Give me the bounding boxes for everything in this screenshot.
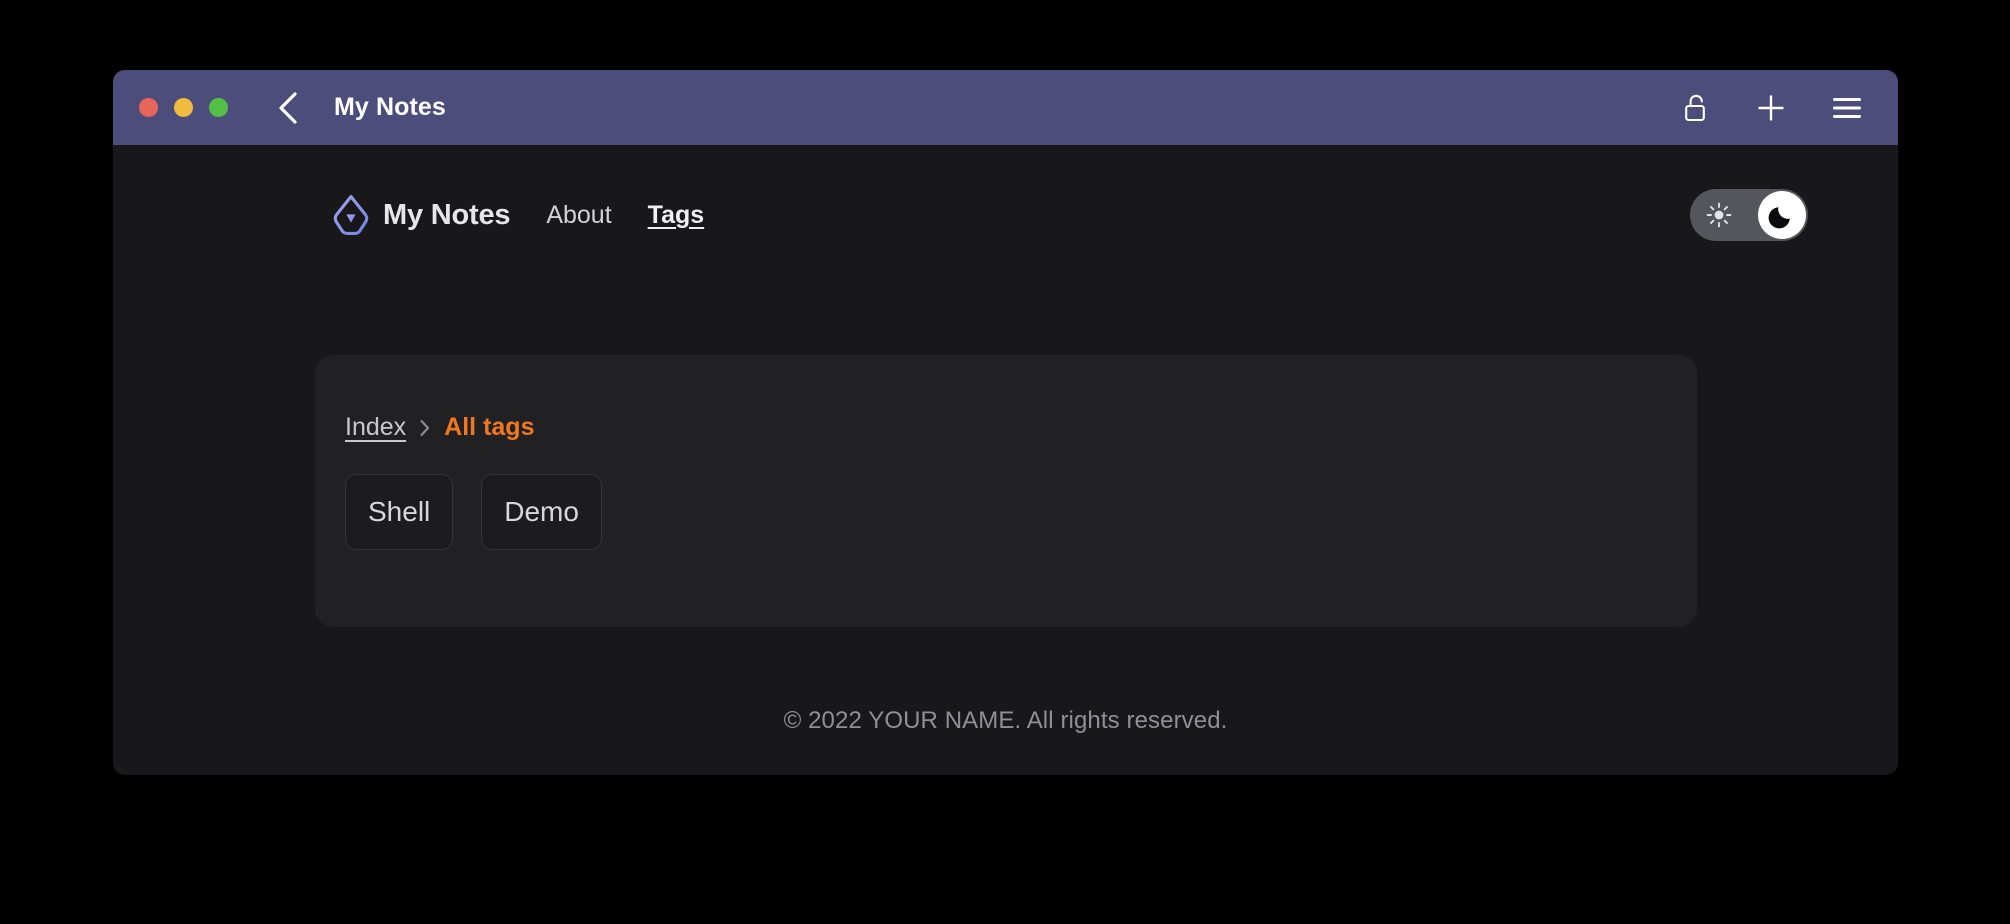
traffic-light-group [139, 98, 228, 117]
chevron-left-icon [276, 91, 300, 125]
titlebar-actions [1678, 91, 1874, 125]
tag-list: Shell Demo [345, 474, 1667, 550]
close-window-button[interactable] [139, 98, 158, 117]
brand-name: My Notes [383, 198, 511, 231]
inkdrop-logo-icon [333, 194, 369, 236]
app-window: My Notes My Notes About Tags Index All t… [113, 70, 1898, 775]
copyright-text: © 2022 YOUR NAME. All rights reserved. [783, 707, 1228, 734]
brand-home-link[interactable]: My Notes [333, 194, 511, 236]
hamburger-menu-icon [1832, 96, 1862, 120]
page-body: My Notes About Tags Index All tags Shell… [113, 145, 1898, 775]
new-note-button[interactable] [1754, 91, 1788, 125]
theme-toggle[interactable] [1690, 189, 1808, 241]
chevron-right-icon [418, 418, 432, 438]
moon-icon [1768, 201, 1796, 229]
nav-link-about[interactable]: About [546, 201, 611, 230]
zoom-window-button[interactable] [209, 98, 228, 117]
plus-icon [1756, 93, 1786, 123]
nav-link-tags[interactable]: Tags [648, 201, 705, 230]
breadcrumb-link-index[interactable]: Index [345, 413, 406, 442]
unlock-button[interactable] [1678, 91, 1712, 125]
content-card: Index All tags Shell Demo [315, 355, 1697, 627]
site-footer: © 2022 YOUR NAME. All rights reserved. P… [113, 707, 1898, 775]
tag-chip-shell[interactable]: Shell [345, 474, 454, 550]
window-title: My Notes [334, 93, 446, 121]
unlock-icon [1683, 93, 1707, 123]
breadcrumb-current-all-tags: All tags [444, 413, 535, 441]
theme-toggle-knob[interactable] [1758, 191, 1806, 239]
tag-chip-demo[interactable]: Demo [481, 474, 602, 550]
back-button[interactable] [270, 90, 306, 126]
window-title-bar: My Notes [113, 70, 1898, 145]
menu-button[interactable] [1830, 91, 1864, 125]
breadcrumb: Index All tags [345, 413, 1667, 442]
site-nav: My Notes About Tags [113, 145, 1898, 250]
sun-icon [1706, 202, 1732, 228]
minimize-window-button[interactable] [174, 98, 193, 117]
